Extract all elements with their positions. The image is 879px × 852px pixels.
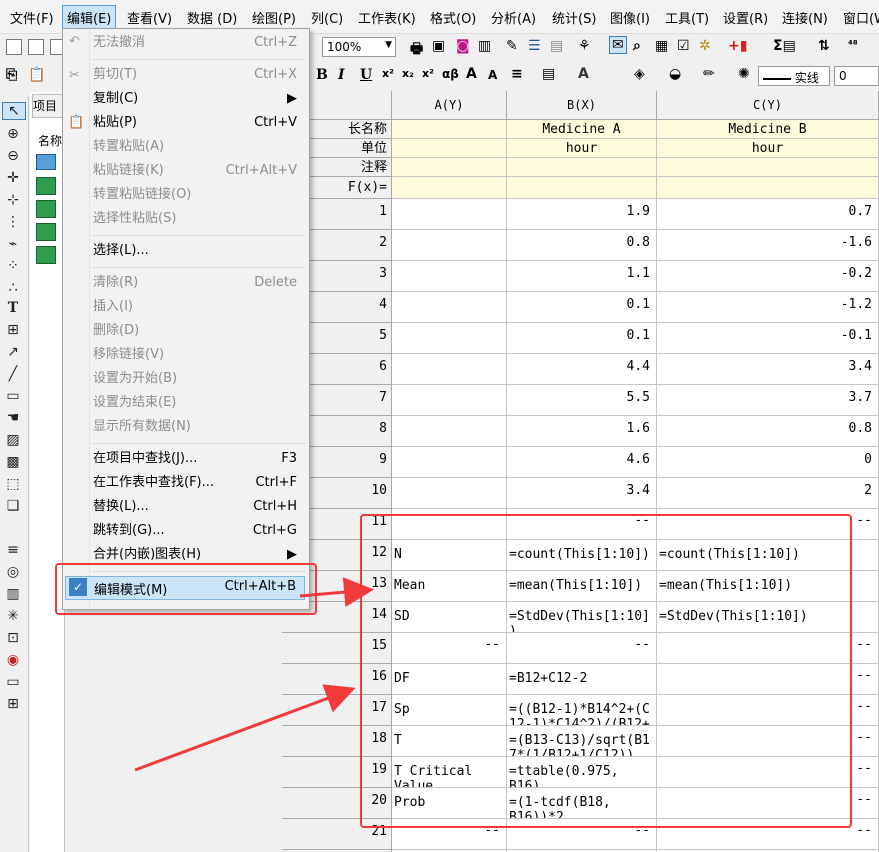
arrow-to-formula-box	[134, 684, 356, 772]
arrow-to-formulas	[299, 577, 374, 608]
annotation-arrows	[134, 577, 374, 772]
